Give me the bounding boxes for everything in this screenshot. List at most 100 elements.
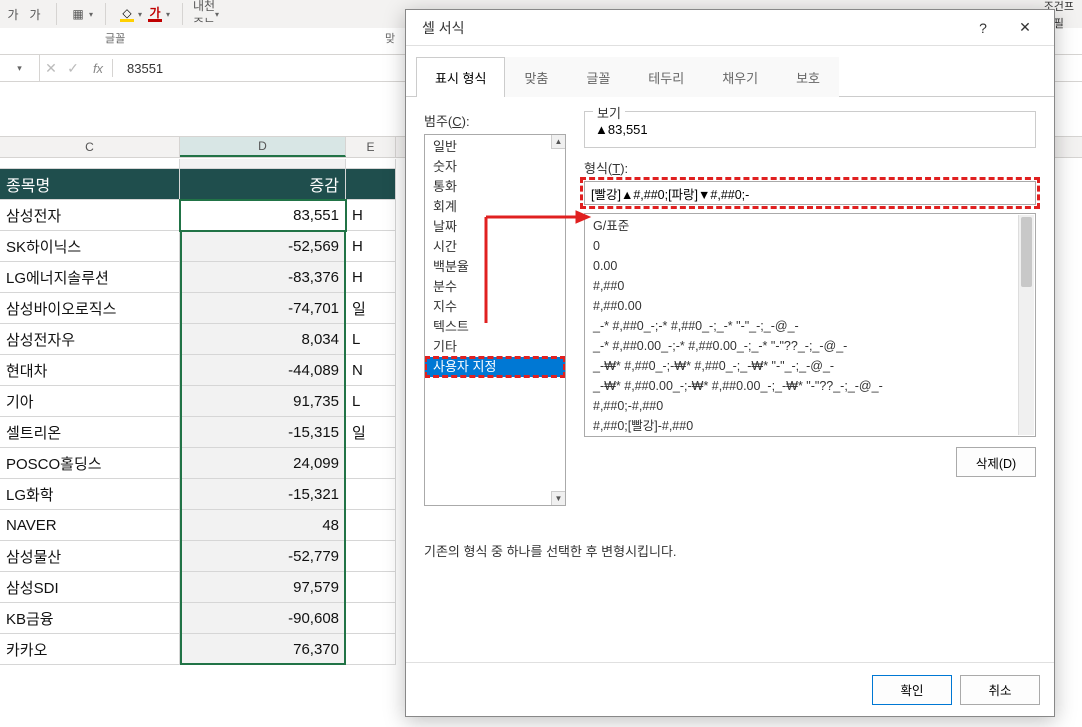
category-item-date[interactable]: 날짜 xyxy=(425,217,565,237)
font-size-decrease[interactable]: 가 xyxy=(4,5,22,23)
table-cell[interactable]: -15,321 xyxy=(180,479,346,510)
format-item[interactable]: _-* #,##0.00_-;-* #,##0.00_-;_-* "-"??_-… xyxy=(585,336,1035,356)
name-box[interactable]: ▾ xyxy=(0,55,40,81)
table-cell[interactable]: 기아 xyxy=(0,386,180,417)
category-item-general[interactable]: 일반 xyxy=(425,137,565,157)
tab-border[interactable]: 테두리 xyxy=(629,57,703,97)
tab-fill[interactable]: 채우기 xyxy=(703,57,777,97)
format-item[interactable]: _-₩* #,##0.00_-;-₩* #,##0.00_-;_-₩* "-"?… xyxy=(585,376,1035,396)
table-cell[interactable]: -44,089 xyxy=(180,355,346,386)
table-cell[interactable]: NAVER xyxy=(0,510,180,541)
help-button[interactable]: ? xyxy=(962,10,1004,46)
table-cell[interactable]: -52,569 xyxy=(180,231,346,262)
table-cell[interactable]: 일 xyxy=(346,417,396,448)
category-item-time[interactable]: 시간 xyxy=(425,237,565,257)
format-item[interactable]: #,##0.00;-#,##0.00 xyxy=(585,436,1035,437)
table-cell[interactable]: L xyxy=(346,386,396,417)
table-cell[interactable]: 카카오 xyxy=(0,634,180,665)
cell[interactable] xyxy=(0,159,180,169)
fx-icon[interactable]: fx xyxy=(84,55,112,81)
font-color-dropdown[interactable]: 가▾ xyxy=(146,5,170,23)
fill-color-dropdown[interactable]: ◇▾ xyxy=(118,5,142,23)
category-item-custom[interactable]: 사용자 지정 xyxy=(425,357,565,377)
scroll-up-icon[interactable]: ▲ xyxy=(551,135,565,149)
table-cell[interactable]: 셀트리온 xyxy=(0,417,180,448)
table-cell[interactable]: 삼성바이오로직스 xyxy=(0,293,180,324)
category-item-scientific[interactable]: 지수 xyxy=(425,297,565,317)
border-dropdown[interactable]: ▦▾ xyxy=(69,5,93,23)
table-cell[interactable]: 일 xyxy=(346,293,396,324)
category-item-fraction[interactable]: 분수 xyxy=(425,277,565,297)
format-item[interactable]: #,##0.00 xyxy=(585,296,1035,316)
category-item-special[interactable]: 기타 xyxy=(425,337,565,357)
format-listbox[interactable]: G/표준 0 0.00 #,##0 #,##0.00 _-* #,##0_-;-… xyxy=(584,213,1036,437)
table-cell[interactable]: -90,608 xyxy=(180,603,346,634)
category-item-number[interactable]: 숫자 xyxy=(425,157,565,177)
table-cell[interactable]: -52,779 xyxy=(180,541,346,572)
category-listbox[interactable]: ▲ 일반 숫자 통화 회계 날짜 시간 백분율 분수 지수 텍스트 기타 사용자… xyxy=(424,134,566,506)
table-cell[interactable]: 8,034 xyxy=(180,324,346,355)
table-cell[interactable] xyxy=(346,448,396,479)
table-cell[interactable]: N xyxy=(346,355,396,386)
table-cell[interactable]: 97,579 xyxy=(180,572,346,603)
close-button[interactable]: ✕ xyxy=(1004,10,1046,46)
tab-protection[interactable]: 보호 xyxy=(777,57,839,97)
category-item-percentage[interactable]: 백분율 xyxy=(425,257,565,277)
cell[interactable] xyxy=(180,159,346,169)
table-cell[interactable]: 76,370 xyxy=(180,634,346,665)
tab-font[interactable]: 글꼴 xyxy=(567,57,629,97)
table-cell[interactable]: 83,551 xyxy=(180,200,346,231)
category-item-accounting[interactable]: 회계 xyxy=(425,197,565,217)
category-item-currency[interactable]: 통화 xyxy=(425,177,565,197)
table-cell[interactable]: 삼성전자 xyxy=(0,200,180,231)
table-header-change[interactable]: 증감 xyxy=(180,169,346,200)
cell[interactable] xyxy=(346,159,396,169)
formula-accept-icon[interactable]: ✓ xyxy=(62,60,84,77)
table-cell[interactable]: -15,315 xyxy=(180,417,346,448)
format-item[interactable]: #,##0;[빨강]-#,##0 xyxy=(585,416,1035,436)
table-cell[interactable]: 삼성SDI xyxy=(0,572,180,603)
tab-alignment[interactable]: 맞춤 xyxy=(505,57,567,97)
table-cell[interactable]: -74,701 xyxy=(180,293,346,324)
cell[interactable] xyxy=(346,169,396,200)
phonetic-guide[interactable]: 내천ᄌᄂ▾ xyxy=(195,5,219,23)
table-cell[interactable]: KB금융 xyxy=(0,603,180,634)
table-cell[interactable]: 91,735 xyxy=(180,386,346,417)
delete-format-button[interactable]: 삭제(D) xyxy=(956,447,1036,477)
table-cell[interactable]: H xyxy=(346,200,396,231)
table-cell[interactable]: LG에너지솔루션 xyxy=(0,262,180,293)
table-cell[interactable] xyxy=(346,634,396,665)
format-code-input[interactable] xyxy=(584,181,1036,205)
scroll-down-icon[interactable]: ▼ xyxy=(551,491,565,505)
format-item[interactable]: #,##0;-#,##0 xyxy=(585,396,1035,416)
table-cell[interactable]: L xyxy=(346,324,396,355)
format-item[interactable]: 0 xyxy=(585,236,1035,256)
format-list-scrollbar[interactable] xyxy=(1018,215,1034,435)
table-cell[interactable]: 48 xyxy=(180,510,346,541)
format-item[interactable]: _-* #,##0_-;-* #,##0_-;_-* "-"_-;_-@_- xyxy=(585,316,1035,336)
table-cell[interactable] xyxy=(346,541,396,572)
cancel-button[interactable]: 취소 xyxy=(960,675,1040,705)
format-item[interactable]: 0.00 xyxy=(585,256,1035,276)
table-cell[interactable]: -83,376 xyxy=(180,262,346,293)
font-size-increase[interactable]: 가 xyxy=(26,5,44,23)
formula-cancel-icon[interactable]: ✕ xyxy=(40,60,62,77)
col-header-d[interactable]: D xyxy=(180,137,346,157)
category-item-text[interactable]: 텍스트 xyxy=(425,317,565,337)
table-cell[interactable] xyxy=(346,479,396,510)
table-cell[interactable]: 삼성전자우 xyxy=(0,324,180,355)
table-cell[interactable]: H xyxy=(346,262,396,293)
table-cell[interactable] xyxy=(346,510,396,541)
table-header-name[interactable]: 종목명 xyxy=(0,169,180,200)
table-cell[interactable]: 삼성물산 xyxy=(0,541,180,572)
col-header-e[interactable]: E xyxy=(346,137,396,157)
format-item[interactable]: G/표준 xyxy=(585,216,1035,236)
dialog-titlebar[interactable]: 셀 서식 ? ✕ xyxy=(406,10,1054,46)
format-item[interactable]: _-₩* #,##0_-;-₩* #,##0_-;_-₩* "-"_-;_-@_… xyxy=(585,356,1035,376)
ok-button[interactable]: 확인 xyxy=(872,675,952,705)
table-cell[interactable]: SK하이닉스 xyxy=(0,231,180,262)
scrollbar-thumb[interactable] xyxy=(1021,217,1032,287)
col-header-c[interactable]: C xyxy=(0,137,180,157)
tab-number-format[interactable]: 표시 형식 xyxy=(416,57,505,97)
table-cell[interactable] xyxy=(346,572,396,603)
